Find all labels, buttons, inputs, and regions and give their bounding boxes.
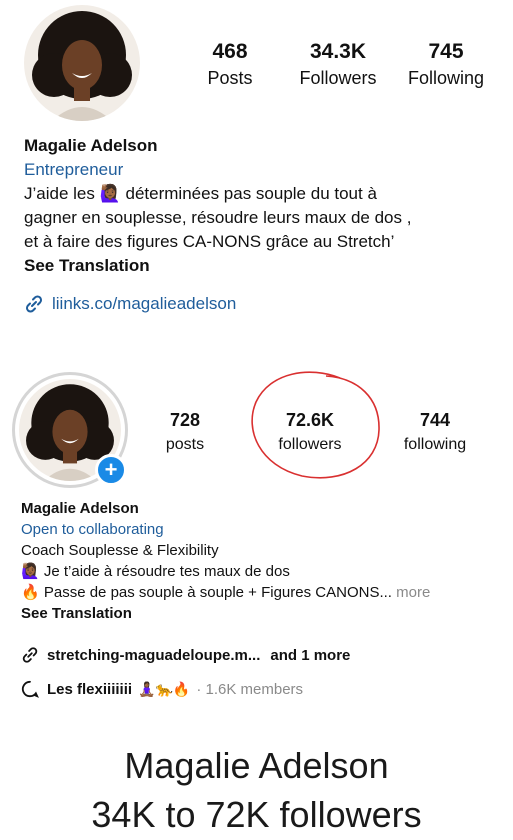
community-emojis: 🧘🏾‍♀️🐆🔥 — [138, 680, 191, 697]
bio-line: 🙋🏾‍♀️ Je t’aide à résoudre tes maux de d… — [21, 561, 493, 582]
see-translation-link[interactable]: See Translation — [21, 603, 493, 624]
followers-highlight-circle — [251, 371, 380, 479]
stat-following[interactable]: 745 Following — [400, 40, 492, 89]
caption-subtitle: 34K to 72K followers — [91, 794, 422, 835]
link-icon — [22, 647, 38, 663]
posts-count: 468 — [212, 40, 248, 63]
community-name: Les flexiiiiiii — [47, 680, 133, 698]
posts-label: posts — [165, 436, 205, 453]
bio-text: déterminées pas souple du tout à — [125, 184, 377, 203]
add-story-button[interactable]: + — [95, 454, 127, 486]
community-members: · 1.6K members — [196, 680, 304, 698]
bio-line: gagner en souplesse, résoudre leurs maux… — [24, 208, 412, 227]
bio: Magalie Adelson Open to collaborating Co… — [21, 498, 493, 624]
bio-line: 🔥 Passe de pas souple à souple + Figures… — [21, 582, 493, 603]
followers-count: 34.3K — [309, 40, 367, 63]
raising-hand-emoji-icon: 🙋🏾‍♀️ — [21, 563, 40, 580]
website-url: stretching-maguadeloupe.m... — [47, 646, 261, 664]
stat-posts[interactable]: 728 posts — [152, 410, 218, 454]
see-translation-link[interactable]: See Translation — [24, 254, 493, 278]
more-link[interactable]: more — [396, 584, 430, 601]
caption-title: Magalie Adelson — [124, 745, 389, 786]
bio-text: Passe de pas souple à souple + Figures C… — [43, 584, 392, 601]
posts-label: Posts — [207, 68, 253, 88]
stat-following[interactable]: 744 following — [392, 410, 478, 454]
stat-followers[interactable]: 34.3K Followers — [288, 40, 388, 89]
following-count: 744 — [419, 410, 451, 430]
following-label: Following — [407, 68, 485, 88]
website-link[interactable]: liinks.co/magalieadelson — [24, 294, 236, 314]
raising-hand-emoji-icon: 🙋🏾‍♀️ — [99, 184, 121, 203]
posts-count: 728 — [169, 410, 201, 430]
profile-after: + 728 posts 72.6K followers 744 followin… — [0, 362, 513, 712]
avatar[interactable] — [24, 5, 140, 121]
profile-name: Magalie Adelson — [21, 500, 139, 517]
link-icon — [25, 295, 43, 313]
website-link[interactable]: stretching-maguadeloupe.m... and 1 more — [21, 646, 350, 664]
bio-line: et à faire des figures CA-NONS grâce au … — [24, 232, 395, 251]
bio-line: Coach Souplesse & Flexibility — [21, 542, 219, 559]
plus-icon: + — [104, 457, 118, 482]
following-label: following — [403, 436, 467, 453]
threads-community-link[interactable]: Les flexiiiiiii 🧘🏾‍♀️🐆🔥 · 1.6K members — [21, 680, 303, 698]
profile-name: Magalie Adelson — [24, 136, 158, 155]
bio: Magalie Adelson Entrepreneur J’aide les … — [24, 134, 493, 278]
profile-category[interactable]: Entrepreneur — [24, 158, 493, 182]
profile-category[interactable]: Open to collaborating — [21, 519, 493, 540]
stat-posts[interactable]: 468 Posts — [195, 40, 265, 89]
bio-text: Je t’aide à résoudre tes maux de dos — [43, 563, 290, 580]
bio-text: J’aide les — [24, 184, 95, 203]
followers-label: Followers — [299, 68, 377, 88]
profile-before: 468 Posts 34.3K Followers 745 Following … — [0, 0, 513, 340]
more-links[interactable]: and 1 more — [270, 647, 350, 664]
bio-line: J’aide les 🙋🏾‍♀️ déterminées pas souple … — [24, 182, 493, 206]
website-url: liinks.co/magalieadelson — [52, 294, 237, 313]
fire-emoji-icon: 🔥 — [21, 584, 40, 601]
threads-icon — [21, 680, 39, 698]
following-count: 745 — [428, 40, 464, 63]
